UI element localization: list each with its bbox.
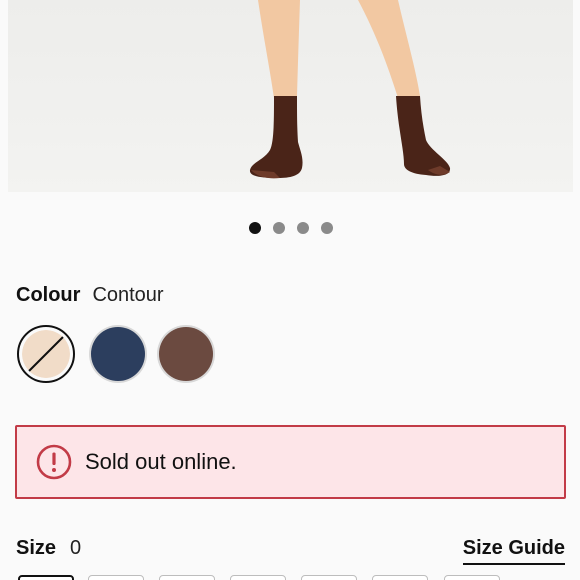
size-guide-link[interactable]: Size Guide [462,537,565,565]
carousel-dot-2[interactable] [273,222,285,234]
sold-out-alert: Sold out online. [15,425,566,499]
size-option[interactable] [444,575,500,580]
sold-out-slash-icon [22,330,70,378]
size-selected-value: 0 [70,537,82,559]
product-image[interactable] [8,0,573,192]
size-row: Size 0 [16,537,81,560]
swatch-contour-fill [22,330,70,378]
size-option[interactable] [230,575,286,580]
size-label: Size [16,537,57,559]
colour-row: Colour Contour [16,284,164,312]
exclamation-circle-icon [35,443,73,481]
size-option[interactable] [301,575,357,580]
size-option[interactable] [159,575,215,580]
alert-message: Sold out online. [85,449,237,474]
carousel-dots [0,221,580,235]
carousel-dot-1[interactable] [249,222,261,234]
swatch-navy[interactable] [89,325,147,383]
swatch-brown[interactable] [157,325,215,383]
size-option[interactable] [372,575,428,580]
size-option[interactable] [88,575,144,580]
swatch-contour[interactable] [17,325,75,383]
carousel-dot-3[interactable] [297,222,309,234]
product-photo [249,0,451,179]
size-options [16,575,576,580]
carousel-dot-4[interactable] [321,222,333,234]
colour-label: Colour [16,284,81,306]
size-option[interactable] [18,575,74,580]
swatch-navy-fill [91,327,145,381]
colour-selected-value: Contour [92,284,164,306]
swatch-brown-fill [159,327,213,381]
